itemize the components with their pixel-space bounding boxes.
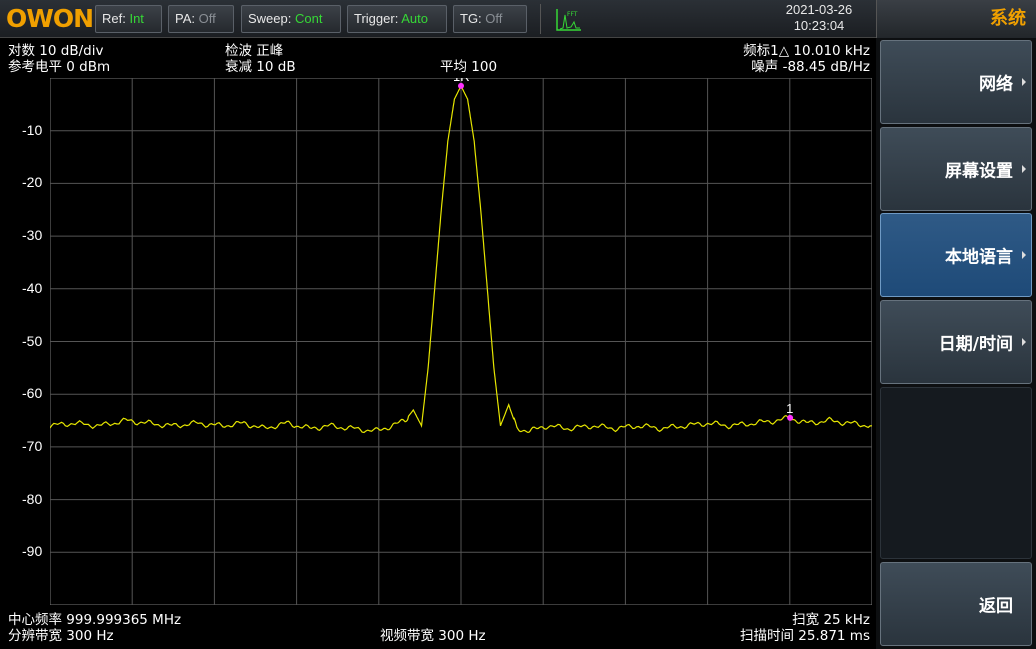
softkey-menu: 网络 屏幕设置 本地语言 日期/时间 返回 [876, 38, 1036, 649]
time-text: 10:23:04 [793, 18, 845, 33]
average-readout: 平均 100 [440, 59, 498, 75]
date-time-menu-button[interactable]: 日期/时间 [880, 300, 1032, 384]
scale-readout: 对数 10 dB/div [8, 43, 104, 59]
tg-value: Off [485, 11, 503, 26]
back-menu-button[interactable]: 返回 [880, 562, 1032, 646]
network-menu-button[interactable]: 网络 [880, 40, 1032, 124]
pa-status-button[interactable]: PA: Off [168, 5, 234, 33]
marker-delta-readout: 频标1△ 10.010 kHz [743, 43, 870, 59]
back-label: 返回 [979, 596, 1013, 617]
chevron-right-icon [1022, 78, 1026, 86]
trigger-value: Auto [401, 11, 428, 26]
tg-status-button[interactable]: TG: Off [453, 5, 527, 33]
empty-softkey-slot [880, 387, 1032, 559]
sweep-status-button[interactable]: Sweep: Cont [241, 5, 341, 33]
pa-value: Off [198, 11, 216, 26]
display-settings-label: 屏幕设置 [945, 161, 1013, 182]
language-menu-button[interactable]: 本地语言 [880, 213, 1032, 297]
ref-value: Int [129, 11, 144, 26]
attenuation-readout: 衰减 10 dB [225, 59, 296, 75]
marker-reference-label: 1R [453, 78, 470, 84]
pa-key: PA: [175, 11, 195, 26]
date-time-label: 日期/时间 [938, 334, 1013, 355]
display-settings-menu-button[interactable]: 屏幕设置 [880, 127, 1032, 211]
sweep-time-readout: 扫描时间 25.871 ms [739, 628, 870, 644]
chevron-right-icon [1022, 165, 1026, 173]
ref-level-readout: 参考电平 0 dBm [8, 59, 111, 75]
topbar-divider [540, 4, 541, 34]
menu-title: 系统 [876, 0, 1036, 38]
language-label: 本地语言 [945, 247, 1013, 268]
network-label: 网络 [979, 74, 1013, 95]
noise-readout: 噪声 -88.45 dB/Hz [751, 59, 870, 75]
ref-status-button[interactable]: Ref: Int [95, 5, 162, 33]
span-readout: 扫宽 25 kHz [792, 612, 870, 628]
rbw-readout: 分辨带宽 300 Hz [8, 628, 114, 644]
date-time-display: 2021-03-26 10:23:04 [770, 2, 868, 34]
chevron-right-icon [1022, 338, 1026, 346]
center-frequency-readout: 中心频率 999.999365 MHz [8, 612, 182, 628]
sweep-key: Sweep: [248, 11, 292, 26]
ref-key: Ref: [102, 11, 126, 26]
marker-label: 1 [786, 401, 793, 416]
fft-label: FFT [567, 11, 578, 18]
chevron-right-icon [1022, 251, 1026, 259]
tg-key: TG: [460, 11, 482, 26]
sweep-value: Cont [295, 11, 323, 26]
trigger-status-button[interactable]: Trigger: Auto [347, 5, 447, 33]
spectrum-plot[interactable]: 1R 1 [50, 78, 872, 605]
vbw-readout: 视频带宽 300 Hz [380, 628, 486, 644]
fft-mode-icon[interactable]: FFT [554, 7, 584, 33]
detector-readout: 检波 正峰 [225, 43, 284, 59]
date-text: 2021-03-26 [785, 2, 853, 17]
brand-logo: OWON [6, 4, 94, 33]
trigger-key: Trigger: [354, 11, 399, 26]
